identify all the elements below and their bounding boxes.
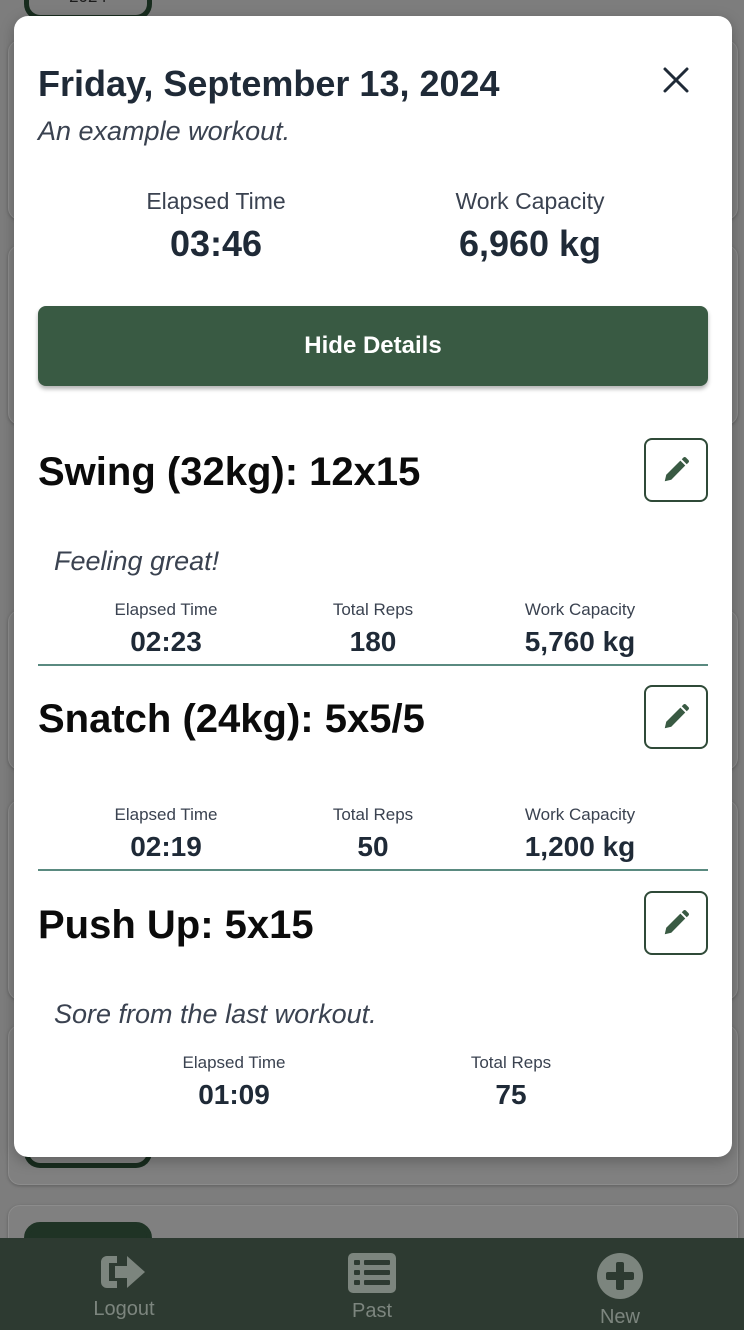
- nav-item-past[interactable]: Past: [248, 1238, 496, 1330]
- stat-value: 75: [495, 1079, 527, 1110]
- stat-value: 03:46: [169, 223, 263, 264]
- stat-value: 1,200 kg: [524, 831, 636, 862]
- stat-label: Elapsed Time: [114, 600, 218, 619]
- pencil-icon: [664, 910, 689, 935]
- pencil-icon: [664, 704, 689, 729]
- exercise-title: Push Up: 5x15: [38, 903, 314, 947]
- exercise-elapsed-time: Elapsed Time 02:23: [56, 600, 276, 658]
- close-button[interactable]: [658, 62, 694, 98]
- edit-exercise-button[interactable]: [644, 438, 708, 502]
- exercise-divider: [38, 869, 708, 871]
- stat-label: Elapsed Time: [146, 188, 286, 214]
- exercise-total-reps: Total Reps 75: [401, 1053, 621, 1111]
- exercise-work-capacity: Work Capacity 1,200 kg: [470, 805, 690, 863]
- exercise-total-reps: Total Reps 180: [263, 600, 483, 658]
- stat-value: 01:09: [198, 1079, 270, 1110]
- stat-label: Total Reps: [332, 805, 414, 824]
- edit-exercise-button[interactable]: [644, 891, 708, 955]
- stat-value: 5,760 kg: [524, 626, 636, 657]
- exercise-work-capacity: Work Capacity 5,760 kg: [470, 600, 690, 658]
- summary-work-capacity: Work Capacity 6,960 kg: [410, 188, 650, 265]
- bottom-navigation: Logout Past New: [0, 1238, 744, 1330]
- workout-description: An example workout.: [38, 116, 291, 146]
- close-icon: [663, 67, 689, 93]
- stat-value: 180: [349, 626, 397, 657]
- plus-circle-icon: [597, 1253, 643, 1299]
- exercise-elapsed-time: Elapsed Time 02:19: [56, 805, 276, 863]
- stat-label: Elapsed Time: [182, 1053, 286, 1072]
- stat-value: 02:23: [130, 626, 202, 657]
- stat-label: Total Reps: [332, 600, 414, 619]
- exercise-section: Snatch (24kg): 5x5/5 Elapsed Time 02:19 …: [38, 685, 708, 875]
- logout-icon: [101, 1256, 145, 1288]
- exercise-divider: [38, 664, 708, 666]
- nav-label: Past: [351, 1300, 393, 1322]
- stat-value: 02:19: [130, 831, 202, 862]
- nav-label: Logout: [93, 1298, 155, 1320]
- nav-item-logout[interactable]: Logout: [0, 1238, 248, 1330]
- summary-elapsed-time: Elapsed Time 03:46: [106, 188, 326, 265]
- workout-detail-modal: Friday, September 13, 2024 An example wo…: [14, 16, 732, 1157]
- stat-label: Work Capacity: [524, 600, 636, 619]
- exercise-section: Swing (32kg): 12x15 Feeling great! Elaps…: [38, 438, 708, 668]
- stat-label: Work Capacity: [455, 188, 605, 214]
- stat-value: 6,960 kg: [458, 223, 602, 264]
- stat-value: 50: [357, 831, 389, 862]
- exercise-total-reps: Total Reps 50: [263, 805, 483, 863]
- stat-label: Total Reps: [470, 1053, 552, 1072]
- stat-label: Elapsed Time: [114, 805, 218, 824]
- exercise-elapsed-time: Elapsed Time 01:09: [124, 1053, 344, 1111]
- nav-label: New: [599, 1306, 640, 1328]
- exercise-note: Feeling great!: [54, 546, 220, 576]
- stat-label: Work Capacity: [524, 805, 636, 824]
- workout-date-title: Friday, September 13, 2024: [38, 63, 500, 104]
- exercise-title: Swing (32kg): 12x15: [38, 450, 421, 494]
- exercise-section: Push Up: 5x15 Sore from the last workout…: [38, 891, 708, 1111]
- edit-exercise-button[interactable]: [644, 685, 708, 749]
- date-pill-year: 2024: [69, 0, 107, 6]
- pencil-icon: [664, 457, 689, 482]
- nav-item-new[interactable]: New: [496, 1238, 744, 1330]
- exercise-title: Snatch (24kg): 5x5/5: [38, 697, 425, 741]
- list-icon: [348, 1253, 396, 1293]
- exercise-note: Sore from the last workout.: [54, 999, 377, 1029]
- hide-details-button[interactable]: Hide Details: [38, 306, 708, 386]
